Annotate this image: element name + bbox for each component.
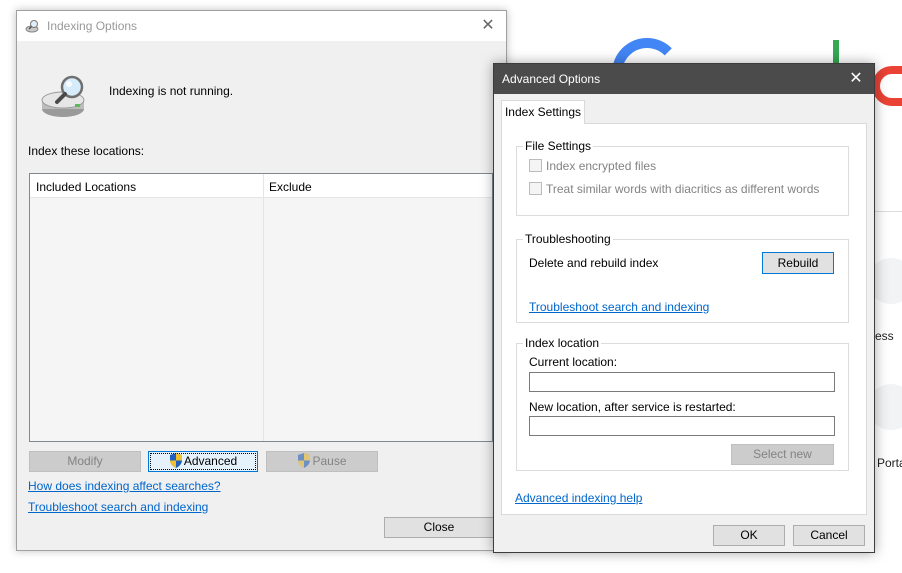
window-title: Indexing Options: [47, 19, 138, 33]
pause-button[interactable]: Pause: [266, 451, 378, 472]
index-location-group: Index location Current location: New loc…: [516, 336, 849, 471]
select-new-button-label: Select new: [753, 447, 812, 461]
close-button[interactable]: Close: [384, 517, 494, 538]
list-header: Included Locations Exclude: [30, 174, 492, 198]
tab-index-settings[interactable]: Index Settings: [501, 100, 585, 124]
rebuild-button-label: Rebuild: [777, 256, 819, 270]
advanced-button[interactable]: Advanced: [148, 451, 258, 472]
cancel-button[interactable]: Cancel: [793, 525, 865, 546]
checkbox-box[interactable]: [529, 182, 542, 195]
modify-button-label: Modify: [67, 454, 103, 468]
new-location-field[interactable]: [529, 416, 835, 436]
locations-label: Index these locations:: [28, 144, 145, 158]
diacritics-checkbox[interactable]: Treat similar words with diacritics as d…: [529, 182, 819, 196]
background-logo-red: [872, 66, 902, 106]
current-location-field[interactable]: [529, 372, 835, 392]
magnifier-drive-icon: [41, 75, 85, 117]
file-settings-group: File Settings Index encrypted files Trea…: [516, 139, 849, 216]
column-divider: [263, 174, 264, 441]
rebuild-label: Delete and rebuild index: [529, 256, 659, 270]
advanced-titlebar[interactable]: Advanced Options ✕: [494, 64, 874, 94]
ok-button-label: OK: [740, 528, 758, 542]
column-header-included[interactable]: Included Locations: [36, 180, 136, 194]
new-location-label: New location, after service is restarted…: [529, 400, 736, 414]
locations-list[interactable]: Included Locations Exclude: [29, 173, 493, 442]
index-settings-panel: File Settings Index encrypted files Trea…: [501, 123, 867, 515]
list-body[interactable]: [30, 198, 492, 441]
group-legend: Troubleshooting: [523, 232, 613, 246]
background-logo-green: [833, 40, 839, 64]
group-legend: Index location: [523, 336, 602, 350]
background-divider: [875, 211, 902, 212]
window-title: Advanced Options: [502, 72, 601, 86]
background-shortcut-label: ess: [875, 329, 894, 343]
cancel-button-label: Cancel: [810, 528, 848, 542]
checkbox-label: Index encrypted files: [546, 159, 657, 173]
ok-button[interactable]: OK: [713, 525, 785, 546]
encrypted-files-checkbox[interactable]: Index encrypted files: [529, 159, 656, 173]
indexing-app-icon: [25, 20, 39, 33]
checkbox-box[interactable]: [529, 159, 542, 172]
background-shortcut-label: Porta: [877, 456, 902, 470]
select-new-button[interactable]: Select new: [731, 444, 834, 465]
uac-shield-icon: [169, 453, 182, 468]
advanced-indexing-help-link[interactable]: Advanced indexing help: [515, 491, 642, 505]
indexing-titlebar[interactable]: Indexing Options ✕: [17, 11, 506, 41]
indexing-options-window: Indexing Options ✕ Indexing is not runni…: [16, 10, 507, 551]
close-button-label: Close: [423, 520, 455, 534]
close-icon[interactable]: ✕: [842, 67, 870, 91]
close-icon[interactable]: ✕: [474, 14, 502, 38]
troubleshooting-group: Troubleshooting Delete and rebuild index…: [516, 232, 849, 323]
advanced-options-window: Advanced Options ✕ Index Settings File S…: [493, 63, 875, 553]
column-header-exclude[interactable]: Exclude: [269, 180, 312, 194]
pause-button-label: Pause: [312, 454, 347, 468]
rebuild-button[interactable]: Rebuild: [762, 252, 834, 274]
advanced-button-label: Advanced: [183, 454, 238, 468]
troubleshoot-link[interactable]: Troubleshoot search and indexing: [529, 300, 709, 314]
uac-shield-icon: [298, 453, 311, 468]
checkbox-label: Treat similar words with diacritics as d…: [546, 182, 820, 196]
group-legend: File Settings: [523, 139, 594, 153]
current-location-label: Current location:: [529, 355, 618, 369]
indexing-status-text: Indexing is not running.: [109, 84, 234, 98]
modify-button[interactable]: Modify: [29, 451, 141, 472]
troubleshoot-link[interactable]: Troubleshoot search and indexing: [28, 500, 208, 514]
how-indexing-affects-link[interactable]: How does indexing affect searches?: [28, 479, 221, 493]
